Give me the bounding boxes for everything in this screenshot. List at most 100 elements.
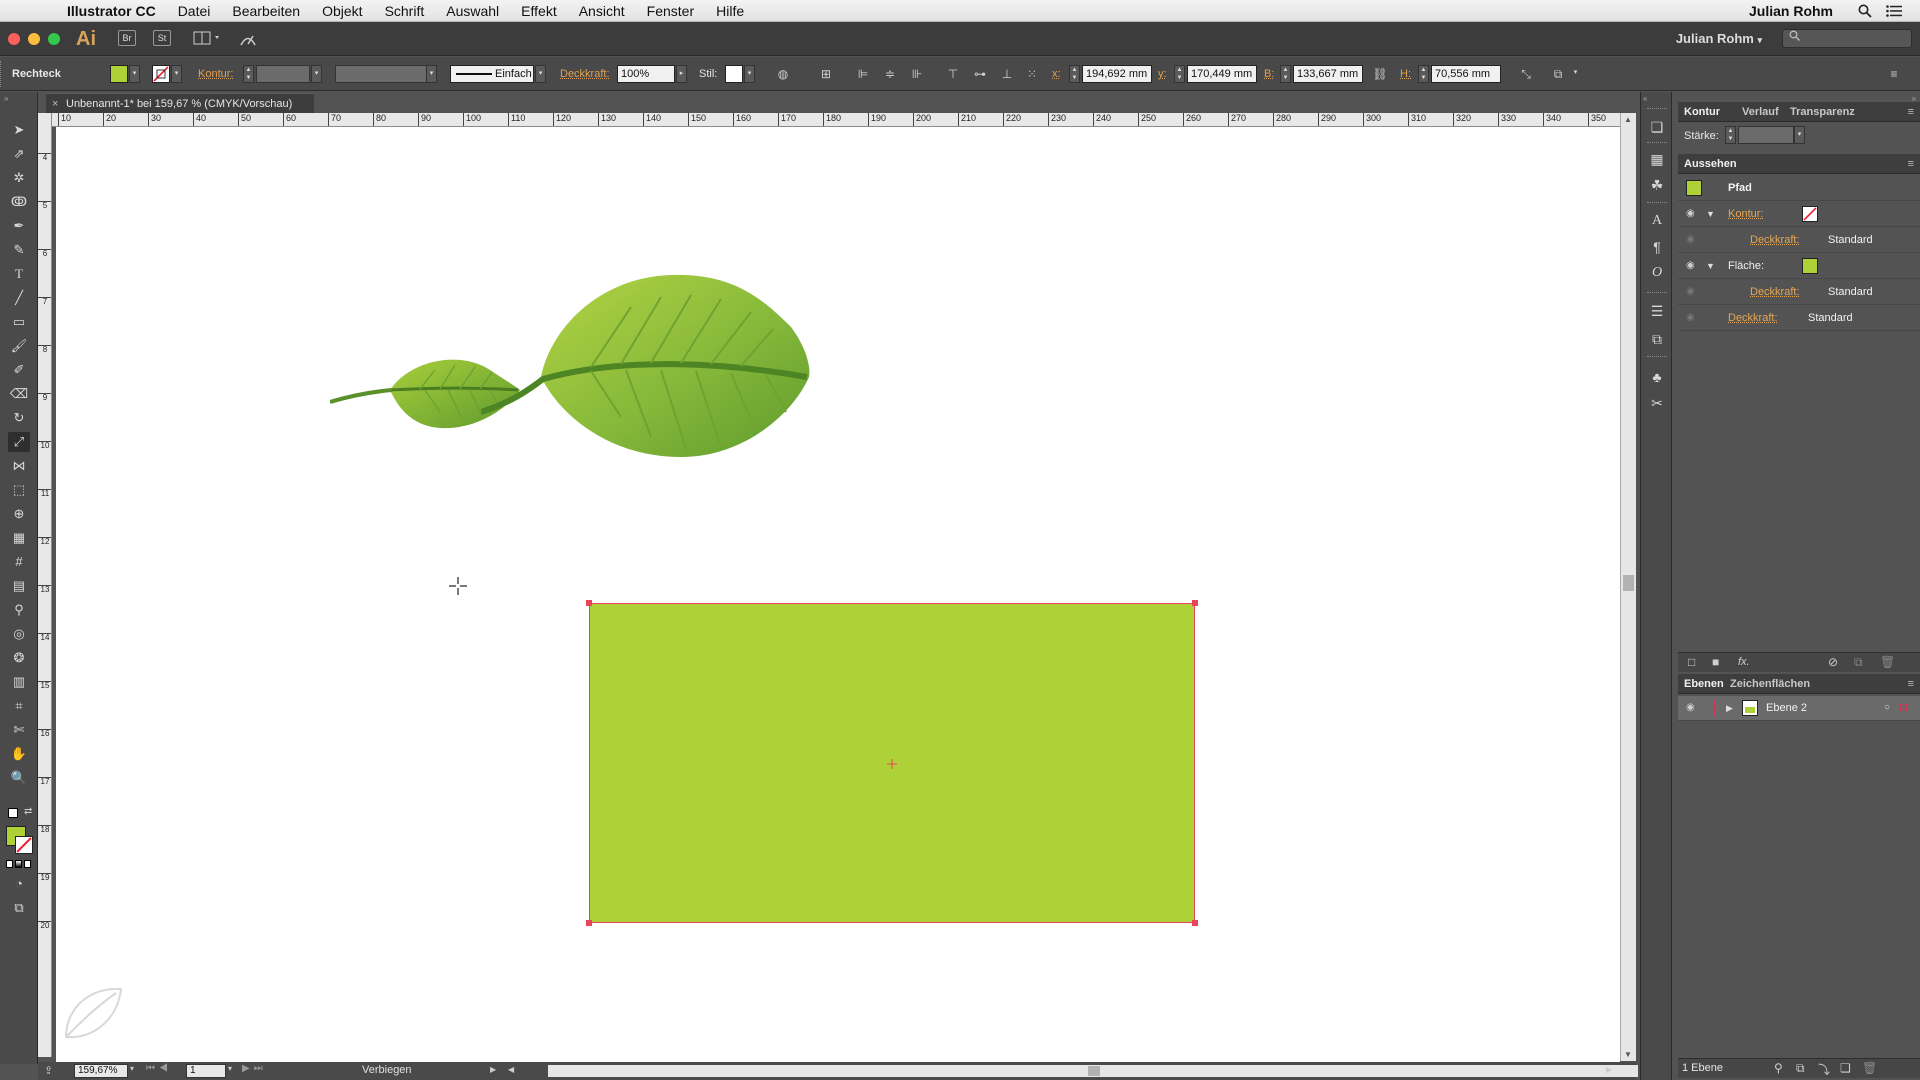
width-tool-icon[interactable]: ⋈ xyxy=(8,456,30,476)
menu-datei[interactable]: Datei xyxy=(167,3,222,19)
graphic-style-dropdown[interactable]: ▾ xyxy=(744,65,755,83)
swatches-panel-icon[interactable]: ▦ xyxy=(1648,150,1666,168)
align-left-icon[interactable]: ⊫ xyxy=(855,67,871,81)
direct-selection-tool-icon[interactable]: ⇗ xyxy=(8,144,30,164)
selection-tool-icon[interactable]: ➤ xyxy=(8,120,30,140)
stroke-color-box[interactable] xyxy=(15,836,33,854)
swap-colors-icon[interactable]: ⇄ xyxy=(24,806,32,817)
duplicate-item-icon[interactable]: ⧉ xyxy=(1854,655,1863,670)
gpu-performance-icon[interactable] xyxy=(238,30,258,48)
line-segment-tool-icon[interactable]: ╱ xyxy=(8,288,30,308)
tab-kontur[interactable]: Kontur xyxy=(1684,102,1720,122)
stroke-deckkraft-link[interactable]: Deckkraft: xyxy=(1750,228,1800,252)
layer-row[interactable]: ◉ ▶ Ebene 2 ○ xyxy=(1678,696,1920,721)
toolbox-collapse-icon[interactable]: » xyxy=(4,94,34,103)
menu-bearbeiten[interactable]: Bearbeiten xyxy=(221,3,311,19)
disclosure-triangle-icon[interactable]: ▼ xyxy=(1706,254,1715,278)
color-mode-icon[interactable] xyxy=(6,860,13,868)
shaper-tool-icon[interactable]: ✐ xyxy=(8,360,30,380)
new-sublayer-icon[interactable]: ⤵ xyxy=(1818,1061,1830,1078)
current-tool-status[interactable]: Verbiegen xyxy=(362,1064,412,1076)
align-panel-icon[interactable]: ☰ xyxy=(1648,302,1666,320)
blend-tool-icon[interactable]: ◎ xyxy=(8,624,30,644)
rectangle-tool-icon[interactable]: ▭ xyxy=(8,312,30,332)
x-position-label[interactable]: x: xyxy=(1052,68,1061,80)
height-label[interactable]: H: xyxy=(1400,68,1411,80)
menu-app-name[interactable]: Illustrator CC xyxy=(56,3,167,19)
draw-mode-icon[interactable]: ◔ xyxy=(8,874,30,894)
appearance-kontur-link[interactable]: Kontur: xyxy=(1728,202,1763,226)
selection-handle[interactable] xyxy=(586,600,592,606)
locate-object-icon[interactable]: ⚲ xyxy=(1774,1061,1783,1075)
add-new-fill-icon[interactable]: ■ xyxy=(1712,655,1719,669)
opentype-panel-icon[interactable]: O xyxy=(1648,264,1666,282)
y-position-stepper[interactable]: ▲ ▼ xyxy=(1174,65,1185,83)
add-new-stroke-icon[interactable]: □ xyxy=(1688,655,1695,669)
delete-layer-icon[interactable]: 🗑 xyxy=(1862,1061,1877,1075)
vertical-scroll-thumb[interactable] xyxy=(1623,575,1634,591)
stroke-weight-panel-dropdown[interactable]: ▾ xyxy=(1794,126,1805,144)
stroke-none-swatch[interactable] xyxy=(1802,206,1818,222)
height-input[interactable]: 70,556 mm xyxy=(1431,65,1501,83)
strip-grip[interactable] xyxy=(1647,292,1667,295)
horizontal-scrollbar[interactable] xyxy=(548,1065,1638,1077)
scroll-left-icon[interactable]: ◀ xyxy=(508,1065,514,1074)
kontur-link[interactable]: Kontur: xyxy=(198,68,233,80)
eyedropper-tool-icon[interactable]: ⚲ xyxy=(8,600,30,620)
brush-definition-select[interactable]: Einfach xyxy=(450,65,534,83)
panel-menu-icon[interactable]: ≡ xyxy=(1908,102,1914,122)
artboard-first-prev-icon[interactable]: ⏮◀ xyxy=(146,1063,172,1074)
vertical-scrollbar[interactable]: ▲ ▼ xyxy=(1620,113,1636,1061)
curvature-tool-icon[interactable]: ✎ xyxy=(8,240,30,260)
scroll-right-icon[interactable]: ▶ xyxy=(1606,1065,1612,1074)
align-bottom-icon[interactable]: ⊥ xyxy=(999,67,1015,81)
brushes-panel-icon[interactable]: ✂ xyxy=(1648,394,1666,412)
none-mode-icon[interactable] xyxy=(24,860,31,868)
free-transform-tool-icon[interactable]: ⬚ xyxy=(8,480,30,500)
tab-verlauf[interactable]: Verlauf xyxy=(1742,102,1779,122)
paintbrush-tool-icon[interactable]: 🖌 xyxy=(8,336,30,356)
stock-button[interactable]: St xyxy=(153,30,171,46)
visibility-eye-icon[interactable]: ◉ xyxy=(1686,228,1695,252)
shape-builder-tool-icon[interactable]: ⊕ xyxy=(8,504,30,524)
document-tab[interactable]: × Unbenannt-1* bei 159,67 % (CMYK/Vorsch… xyxy=(46,93,314,113)
appearance-object-row[interactable]: Pfad xyxy=(1678,176,1920,201)
bridge-button[interactable]: Br xyxy=(118,30,136,46)
selection-handle[interactable] xyxy=(586,920,592,926)
zoom-dropdown-icon[interactable]: ▾ xyxy=(130,1064,134,1073)
new-layer-icon[interactable]: ❏ xyxy=(1840,1061,1851,1075)
reference-point-icon[interactable]: ⁙ xyxy=(1024,67,1040,81)
close-document-icon[interactable]: × xyxy=(52,94,58,114)
opacity-slider-button[interactable]: ▸ xyxy=(676,65,687,83)
pen-tool-icon[interactable]: ✒ xyxy=(8,216,30,236)
disclosure-triangle-icon[interactable]: ▼ xyxy=(1706,202,1715,226)
stroke-dropdown-button[interactable]: ▾ xyxy=(171,65,182,83)
scale-tool-icon[interactable]: ⤢ xyxy=(8,432,30,452)
vertical-ruler[interactable]: 4 5 6 7 8 9 10 11 12 13 14 15 16 17 18 19 20 xyxy=(38,113,52,1057)
menu-schrift[interactable]: Schrift xyxy=(374,3,436,19)
fill-dropdown-button[interactable]: ▾ xyxy=(129,65,140,83)
artboard-tool-icon[interactable]: ⌗ xyxy=(8,696,30,716)
isolate-object-icon[interactable]: ⧉ xyxy=(1550,67,1566,81)
magic-wand-tool-icon[interactable]: ✲ xyxy=(8,168,30,188)
fill-deckkraft-link[interactable]: Deckkraft: xyxy=(1750,280,1800,304)
arrange-documents-icon[interactable] xyxy=(193,30,223,46)
tab-aussehen[interactable]: Aussehen xyxy=(1684,154,1737,174)
default-colors-icon[interactable] xyxy=(8,808,18,818)
stroke-weight-dropdown[interactable]: ▾ xyxy=(311,65,322,83)
menu-auswahl[interactable]: Auswahl xyxy=(435,3,510,19)
selection-handle[interactable] xyxy=(1192,600,1198,606)
type-tool-icon[interactable]: T xyxy=(8,264,30,284)
artboard-dropdown-icon[interactable]: ▾ xyxy=(228,1064,232,1073)
appearance-stroke-opacity-row[interactable]: ◉ Deckkraft: Standard xyxy=(1678,228,1920,253)
screen-mode-icon[interactable]: ⧉ xyxy=(8,898,30,918)
zoom-tool-icon[interactable]: 🔍 xyxy=(8,768,30,788)
horizontal-ruler[interactable]: 10 20 30 40 50 60 70 80 90 100 110 120 130 140 150 160 1… xyxy=(46,113,1620,127)
width-label[interactable]: B: xyxy=(1264,68,1274,80)
stroke-none-swatch[interactable] xyxy=(152,65,170,83)
deckkraft-link[interactable]: Deckkraft: xyxy=(560,68,610,80)
delete-item-icon[interactable]: 🗑 xyxy=(1880,655,1895,669)
horizontal-scroll-thumb[interactable] xyxy=(1088,1066,1100,1076)
transform-icon[interactable]: ⤡ xyxy=(1518,67,1534,81)
window-close-button[interactable] xyxy=(8,33,20,45)
